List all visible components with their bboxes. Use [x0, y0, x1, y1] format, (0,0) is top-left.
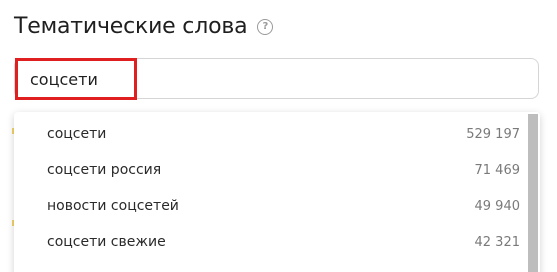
suggestion-text: новости соцсетей — [47, 198, 179, 214]
suggestion-count: 42 321 — [474, 234, 521, 250]
suggestion-text: соцсети — [47, 126, 107, 142]
suggestion-item[interactable]: новости соцсетей 49 940 — [14, 188, 520, 224]
suggestion-item[interactable]: соцсети 529 197 — [14, 116, 520, 152]
suggestion-count: 71 469 — [474, 162, 521, 178]
search-field[interactable] — [14, 58, 539, 99]
dropdown-scrollbar[interactable] — [526, 112, 540, 272]
suggestions-dropdown: соцсети 529 197 соцсети россия 71 469 но… — [14, 112, 540, 272]
suggestion-count: 529 197 — [466, 126, 520, 142]
suggestion-text: соцсети свежие — [47, 234, 166, 250]
suggestion-item[interactable]: соцсети свежие 42 321 — [14, 224, 520, 260]
section-title: Тематические слова — [14, 14, 248, 39]
search-input[interactable] — [30, 68, 330, 90]
suggestion-item[interactable]: соцсети россия 71 469 — [14, 152, 520, 188]
suggestion-text: соцсети россия — [47, 162, 162, 178]
scrollbar-thumb[interactable] — [528, 114, 538, 272]
thematic-words-panel: Тематические слова ? соцсети 529 197 соц… — [0, 0, 557, 272]
suggestion-count: 49 940 — [474, 198, 521, 214]
question-circle-icon[interactable]: ? — [257, 18, 274, 35]
section-header: Тематические слова ? — [14, 14, 274, 39]
